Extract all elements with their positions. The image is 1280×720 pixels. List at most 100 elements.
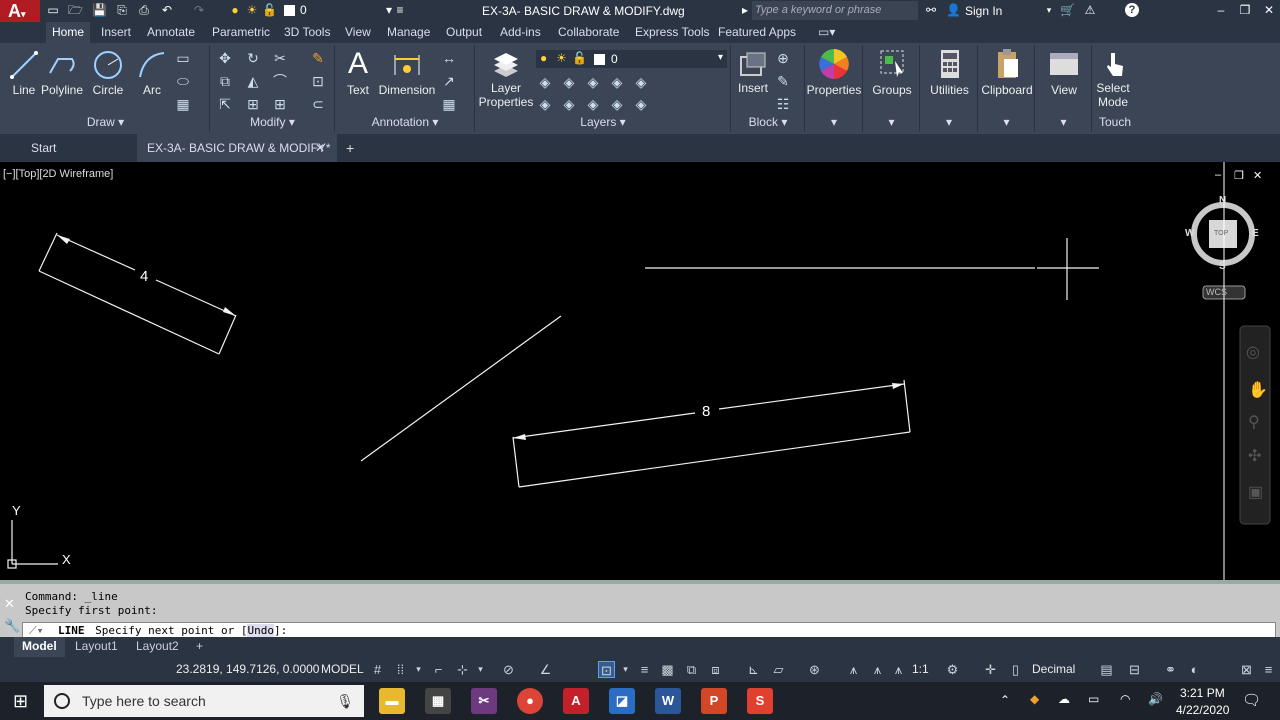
clock-time[interactable]: 3:21 PM (1180, 686, 1225, 700)
hardware-acceleration-icon[interactable]: ◐ (1186, 661, 1203, 678)
explode-icon[interactable]: ⊡ (309, 72, 327, 90)
annotation-panel-title[interactable]: Annotation ▾ (336, 115, 474, 129)
onedrive-icon[interactable]: ☁ (1058, 692, 1070, 706)
undo-icon[interactable]: ↶ (160, 3, 174, 17)
selection-cycling-icon[interactable]: ⧉ (683, 661, 700, 678)
layer-tool-9-icon[interactable]: ◈ (608, 95, 626, 113)
viewcube-west[interactable]: W (1185, 228, 1194, 239)
object-snap-icon[interactable]: ⊡ (598, 661, 615, 678)
utilities-button[interactable]: Utilities (921, 47, 978, 97)
snap-dropdown-icon[interactable]: ▾ (410, 661, 427, 678)
layers-panel-title[interactable]: Layers ▾ (476, 115, 730, 129)
polar-icon[interactable]: ⊹ (454, 661, 471, 678)
trim-icon[interactable]: ✂ (271, 49, 289, 67)
layer-lock-icon[interactable]: 🔓 (262, 3, 277, 17)
layer-tool-2-icon[interactable]: ◈ (560, 73, 578, 91)
sign-in-link[interactable]: Sign In (965, 4, 1002, 18)
rectangle-icon[interactable]: ▭ (174, 49, 192, 67)
layer-tool-3-icon[interactable]: ◈ (584, 73, 602, 91)
wcs-label[interactable]: WCS (1206, 287, 1227, 297)
sign-in-dropdown-icon[interactable]: ▾ (1042, 3, 1056, 17)
binoculars-icon[interactable]: ⚯ (924, 3, 938, 17)
snap-icon[interactable]: ⁞⁞ (392, 661, 409, 678)
volume-icon[interactable]: 🔊 (1148, 692, 1163, 706)
steering-wheel-icon[interactable]: ◎ (1246, 342, 1260, 362)
tab-current-drawing[interactable]: EX-3A- BASIC DRAW & MODIFY* ✕ (137, 134, 337, 162)
tray-expand-icon[interactable]: ⌃ (1000, 693, 1010, 707)
annotation-scale-icon[interactable]: ⩚ (890, 661, 907, 678)
properties-button[interactable]: Properties (806, 47, 862, 97)
taskbar-search-input[interactable]: Type here to search 🎙 (44, 685, 364, 717)
new-file-icon[interactable]: ▭ (46, 3, 60, 17)
3d-osnap-icon[interactable]: ⧈ (707, 661, 724, 678)
viewcube-top-face[interactable]: TOP (1214, 230, 1228, 237)
groups-button[interactable]: Groups (864, 47, 920, 97)
tab-insert[interactable]: Insert (101, 25, 131, 39)
dimension-button[interactable]: Dimension (378, 49, 436, 97)
tab-layout2[interactable]: Layout2 (128, 637, 187, 657)
search-expand-icon[interactable]: ▸ (738, 3, 752, 17)
rotate-icon[interactable]: ↻ (244, 49, 262, 67)
object-snap-dropdown-icon[interactable]: ▾ (617, 661, 634, 678)
command-option-undo[interactable]: Undo (247, 624, 274, 637)
create-block-icon[interactable]: ⊕ (774, 49, 792, 67)
pan-icon[interactable]: ✋ (1248, 380, 1268, 400)
block-attrib-icon[interactable]: ☷ (774, 95, 792, 113)
viewcube-north[interactable]: N (1219, 195, 1226, 206)
plot-icon[interactable]: ⎙ (137, 3, 151, 17)
selection-filter-icon[interactable]: ▱ (770, 661, 787, 678)
command-recent-icon[interactable]: ⟋▾ (29, 623, 43, 638)
cart-icon[interactable]: 🛒 (1060, 3, 1075, 17)
new-layout-icon[interactable]: + (188, 637, 211, 657)
array-icon[interactable]: ⊞ (271, 95, 289, 113)
viewport-close-icon[interactable]: ✕ (1253, 169, 1262, 182)
tab-3d-tools[interactable]: 3D Tools (284, 25, 330, 39)
copy-icon[interactable]: ⧉ (216, 72, 234, 90)
microphone-icon[interactable]: 🎙 (336, 685, 354, 717)
circle-button[interactable]: Circle (90, 49, 126, 97)
notifications-icon[interactable]: 🗨 (1242, 691, 1261, 709)
layer-dropdown[interactable]: 0 ▾ (300, 3, 392, 17)
file-explorer-icon[interactable]: ▬ (379, 688, 405, 714)
wifi-icon[interactable]: ◠ (1120, 692, 1130, 706)
tab-manage[interactable]: Manage (387, 25, 430, 39)
utilities-panel-expand[interactable]: ▾ (921, 115, 977, 129)
tab-view[interactable]: View (345, 25, 371, 39)
offset-icon[interactable]: ⊂ (309, 95, 327, 113)
clock-date[interactable]: 4/22/2020 (1176, 703, 1229, 717)
tab-layout1[interactable]: Layout1 (67, 637, 126, 657)
command-customize-icon[interactable]: 🔧 (4, 618, 20, 634)
autocad-logo-button[interactable]: A▾ (0, 0, 40, 22)
annotation-monitor-icon[interactable]: ✛ (982, 661, 999, 678)
linear-dim-icon[interactable]: ↔ (440, 49, 458, 67)
layer-tool-7-icon[interactable]: ◈ (560, 95, 578, 113)
tab-featured-apps[interactable]: Featured Apps (718, 25, 796, 39)
layer-tool-4-icon[interactable]: ◈ (608, 73, 626, 91)
layer-sun-icon[interactable]: ☀ (245, 3, 259, 17)
erase-icon[interactable]: ✎ (309, 49, 327, 67)
text-button[interactable]: A Text (340, 47, 376, 97)
new-tab-icon[interactable]: + (346, 140, 354, 156)
autocad-taskbar-icon[interactable]: A (563, 688, 589, 714)
object-snap-tracking-icon[interactable]: ∠ (537, 661, 554, 678)
clipboard-button[interactable]: Clipboard (979, 47, 1035, 97)
layer-tool-6-icon[interactable]: ◈ (536, 95, 554, 113)
tab-express-tools[interactable]: Express Tools (635, 25, 709, 39)
orbit-icon[interactable]: ✣ (1248, 446, 1261, 466)
viewcube-east[interactable]: E (1252, 228, 1259, 239)
units-icon[interactable]: ▯ (1007, 661, 1024, 678)
tab-model[interactable]: Model (14, 637, 65, 657)
gizmo-icon[interactable]: ⊛ (806, 661, 823, 678)
calculator-app-icon[interactable]: ▦ (425, 688, 451, 714)
fillet-icon[interactable]: ⌒ (271, 72, 289, 90)
close-window-icon[interactable]: ✕ (1262, 3, 1276, 17)
windows-start-icon[interactable]: ⊞ (13, 691, 28, 712)
workspace-gear-icon[interactable]: ⚙ (944, 661, 961, 678)
restore-window-icon[interactable]: ❐ (1238, 3, 1252, 17)
view-panel-expand[interactable]: ▾ (1036, 115, 1091, 129)
layer-bulb-icon[interactable]: ● (228, 3, 242, 17)
viewcube[interactable] (1191, 202, 1255, 300)
model-space-toggle[interactable]: MODEL (321, 657, 364, 682)
a360-icon[interactable]: ⚠ (1083, 3, 1097, 17)
tray-app-icon[interactable]: ◆ (1030, 692, 1039, 706)
